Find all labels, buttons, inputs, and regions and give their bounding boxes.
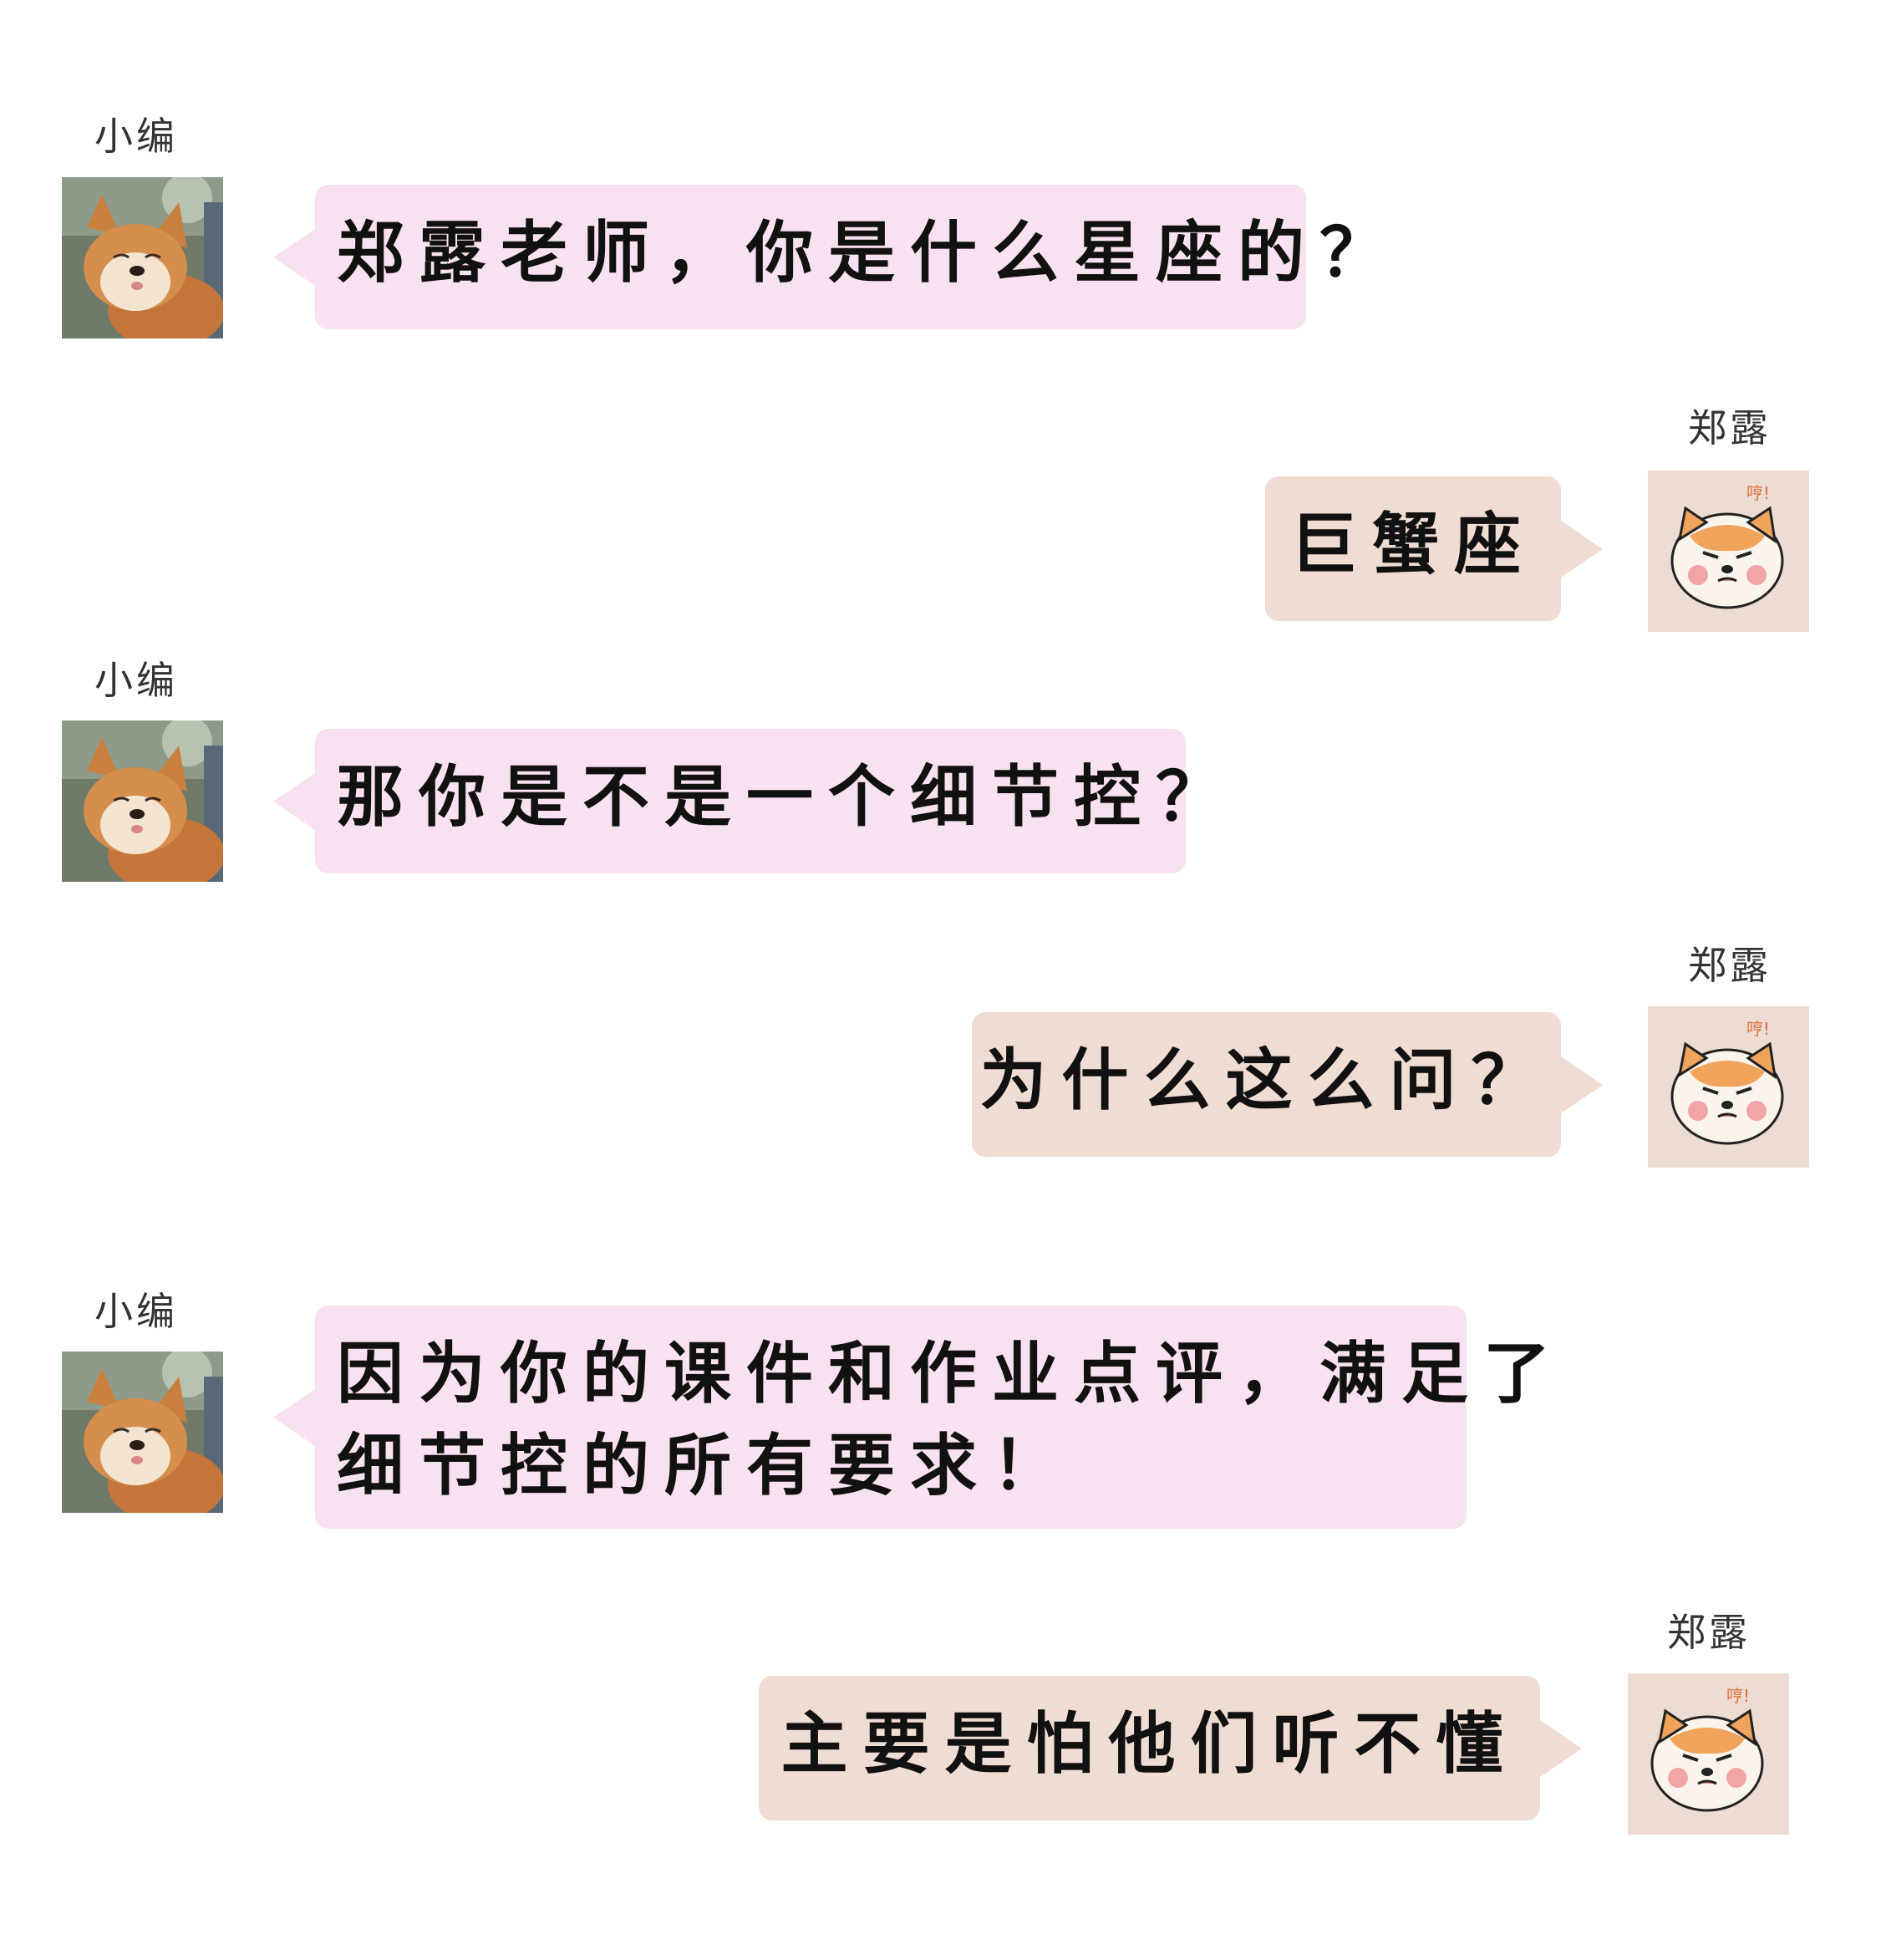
message-bubble[interactable]: 为什么这么问？ <box>972 1012 1603 1157</box>
message-text: 那你是不是一个细节控？ <box>337 758 1238 836</box>
sender-name: 小编 <box>94 658 178 703</box>
angry-shiba-sticker-icon[interactable]: 哼! <box>1648 471 1809 632</box>
message-text: 主要是怕他们听不懂 <box>780 1705 1518 1783</box>
message-text-line-2: 细节控的所有要求！ <box>337 1427 1074 1504</box>
sticker-caption: 哼! <box>1746 1019 1770 1039</box>
sender-name: 小编 <box>94 114 178 159</box>
shiba-photo-icon[interactable] <box>62 177 223 339</box>
message-text: 郑露老师，你是什么星座的？ <box>337 214 1401 292</box>
sender-name: 郑露 <box>1688 405 1772 451</box>
shiba-photo-icon[interactable] <box>62 1352 223 1513</box>
sticker-caption: 哼! <box>1746 483 1770 503</box>
sticker-caption: 哼! <box>1726 1686 1750 1706</box>
sender-name: 小编 <box>94 1289 178 1334</box>
message-bubble[interactable]: 主要是怕他们听不懂 <box>759 1676 1582 1820</box>
angry-shiba-sticker-icon[interactable]: 哼! <box>1648 1006 1809 1168</box>
message-bubble[interactable]: 郑露老师，你是什么星座的？ <box>273 185 1401 329</box>
message-bubble[interactable]: 那你是不是一个细节控？ <box>273 729 1238 873</box>
sender-name: 郑露 <box>1667 1610 1751 1655</box>
shiba-photo-icon[interactable] <box>62 720 223 882</box>
sender-name: 郑露 <box>1688 943 1772 988</box>
message-text-line-1: 因为你的课件和作业点评，满足了 <box>337 1335 1565 1413</box>
message-bubble[interactable]: 巨蟹座 <box>1265 476 1603 621</box>
angry-shiba-sticker-icon[interactable]: 哼! <box>1628 1673 1789 1835</box>
message-bubble[interactable]: 因为你的课件和作业点评，满足了 细节控的所有要求！ <box>273 1306 1565 1529</box>
message-text: 巨蟹座 <box>1290 506 1536 583</box>
message-text: 为什么这么问？ <box>979 1041 1553 1119</box>
